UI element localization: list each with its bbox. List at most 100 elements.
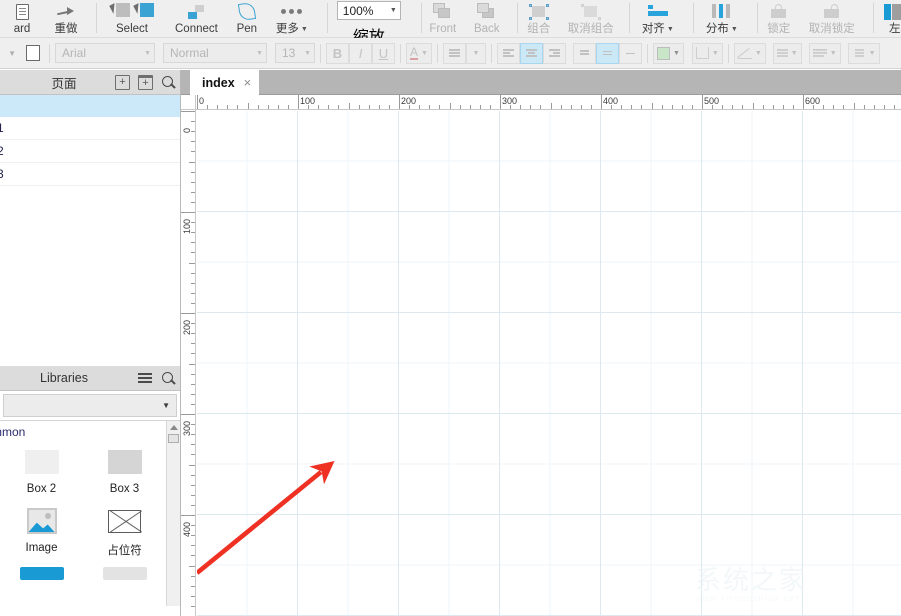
- style-doc-button[interactable]: [21, 43, 44, 64]
- page-row[interactable]: 2: [0, 140, 180, 163]
- library-item-label: Image: [25, 542, 58, 554]
- search-icon[interactable]: [161, 371, 176, 386]
- ruler-tick: [883, 105, 885, 109]
- zoom-input[interactable]: 100% ▼: [336, 1, 401, 20]
- pen-tool-button[interactable]: Pen: [225, 0, 269, 38]
- library-item[interactable]: Box 2: [0, 445, 83, 495]
- align-left-button[interactable]: [496, 42, 520, 64]
- ruler-tick: [358, 105, 360, 109]
- line-spacing-button[interactable]: ▼: [847, 42, 880, 64]
- ruler-tick: [189, 262, 195, 264]
- ruler-tick: [227, 105, 229, 109]
- format-overflow[interactable]: ▼: [0, 49, 16, 58]
- list-button[interactable]: [442, 42, 466, 64]
- ruler-tick: [277, 105, 279, 109]
- distribute-button[interactable]: 分布 ▼: [693, 0, 751, 38]
- design-canvas[interactable]: 系统之家 WWW.XITONGZHIJIA.NET: [197, 111, 901, 616]
- add-folder-icon[interactable]: [138, 74, 153, 90]
- library-scrollbar[interactable]: [166, 421, 180, 606]
- ruler-tick: [217, 105, 219, 109]
- list-options-button[interactable]: ▼: [465, 42, 486, 64]
- page-row[interactable]: 1: [0, 117, 180, 140]
- ungroup-button[interactable]: 取消组合: [561, 0, 621, 38]
- valign-bottom-icon: [625, 52, 635, 55]
- align-button[interactable]: 对齐 ▼: [629, 0, 687, 38]
- scroll-up-icon[interactable]: [169, 425, 178, 430]
- library-item[interactable]: [0, 567, 83, 585]
- ruler-tick: [191, 424, 195, 426]
- ruler-tick: [540, 105, 542, 109]
- more-tools-button[interactable]: 更多 ▼: [269, 0, 315, 38]
- toolbar-group-align: 对齐 ▼: [628, 0, 687, 38]
- align-left-panel-button[interactable]: 左: [873, 0, 901, 38]
- page-row[interactable]: 3: [0, 163, 180, 186]
- connect-tool-button[interactable]: Connect: [168, 0, 225, 38]
- redo-button[interactable]: 重做: [44, 0, 88, 38]
- ruler-tick: [191, 484, 195, 486]
- clipboard-label: ard: [13, 23, 31, 35]
- library-select[interactable]: ▼: [3, 394, 177, 417]
- line-arrow-button[interactable]: ▼: [808, 42, 841, 64]
- line-style-button[interactable]: ▼: [733, 42, 766, 64]
- italic-button[interactable]: I: [349, 42, 372, 64]
- menu-icon[interactable]: [138, 371, 153, 386]
- redo-icon: [57, 1, 75, 22]
- tab-index[interactable]: index ×: [190, 70, 260, 95]
- divider: [400, 43, 401, 63]
- send-back-button[interactable]: Back: [465, 0, 509, 38]
- align-center-button[interactable]: [519, 42, 543, 64]
- border-button[interactable]: ▼: [772, 42, 802, 64]
- ruler-tick: [681, 105, 683, 109]
- group-button[interactable]: 组合: [517, 0, 561, 38]
- ruler-tick: [702, 95, 703, 109]
- fill-color-button[interactable]: ▼: [652, 42, 684, 64]
- ruler-tick: [782, 105, 784, 109]
- align-right-button[interactable]: [542, 42, 566, 64]
- font-family-select[interactable]: Arial ▼: [55, 43, 155, 63]
- ruler-tick: [752, 103, 754, 109]
- ruler-tick: [191, 151, 195, 153]
- chevron-down-icon: ▼: [304, 49, 311, 57]
- font-family-value: Arial: [62, 46, 87, 60]
- valign-top-button[interactable]: [572, 42, 596, 64]
- chevron-down-icon: ▼: [8, 48, 16, 58]
- font-weight-select[interactable]: Normal ▼: [163, 43, 267, 63]
- add-page-icon[interactable]: [115, 74, 130, 90]
- valign-middle-button[interactable]: [595, 42, 619, 64]
- close-icon[interactable]: ×: [244, 76, 252, 89]
- horizontal-ruler[interactable]: 0100200300400500600700: [181, 95, 901, 110]
- vertical-ruler[interactable]: 0100200300400500: [181, 110, 196, 616]
- select-tool-button[interactable]: Select: [96, 0, 168, 38]
- lock-button[interactable]: 锁定: [757, 0, 801, 38]
- page-row-selected[interactable]: [0, 95, 180, 117]
- ruler-tick: [601, 95, 602, 109]
- font-color-button[interactable]: A ▼: [406, 42, 432, 64]
- divider: [727, 43, 729, 63]
- format-toolbar: ▼ Arial ▼ Normal ▼ 13 ▼ B I U A ▼ ▼ ▼ ▼ …: [0, 38, 901, 69]
- ruler-tick: [742, 105, 744, 109]
- library-item[interactable]: [83, 567, 166, 585]
- ruler-tick: [691, 105, 693, 109]
- unlock-icon: [822, 1, 842, 22]
- search-icon[interactable]: [161, 75, 176, 90]
- select-tool-label: Select: [116, 23, 148, 35]
- library-item[interactable]: Box 3: [83, 445, 166, 495]
- ruler-tick: [191, 555, 195, 557]
- unlock-button[interactable]: 取消锁定: [801, 0, 863, 38]
- bring-front-button[interactable]: Front: [421, 0, 465, 38]
- scrollbar-thumb[interactable]: [168, 434, 179, 443]
- underline-button[interactable]: U: [372, 42, 395, 64]
- clipboard-button[interactable]: ard: [0, 0, 44, 38]
- font-size-select[interactable]: 13 ▼: [275, 43, 315, 63]
- ruler-tick: [388, 105, 390, 109]
- valign-bottom-button[interactable]: [618, 42, 642, 64]
- ruler-tick: [197, 95, 198, 109]
- library-category-label: mmon: [0, 425, 26, 439]
- shadow-button[interactable]: ▼: [691, 42, 723, 64]
- bold-button[interactable]: B: [326, 42, 349, 64]
- library-item[interactable]: Image: [0, 504, 83, 558]
- tab-bar: index ×: [181, 70, 901, 95]
- ruler-tick: [257, 105, 259, 109]
- library-item[interactable]: 占位符: [83, 504, 166, 558]
- font-size-value: 13: [282, 46, 296, 60]
